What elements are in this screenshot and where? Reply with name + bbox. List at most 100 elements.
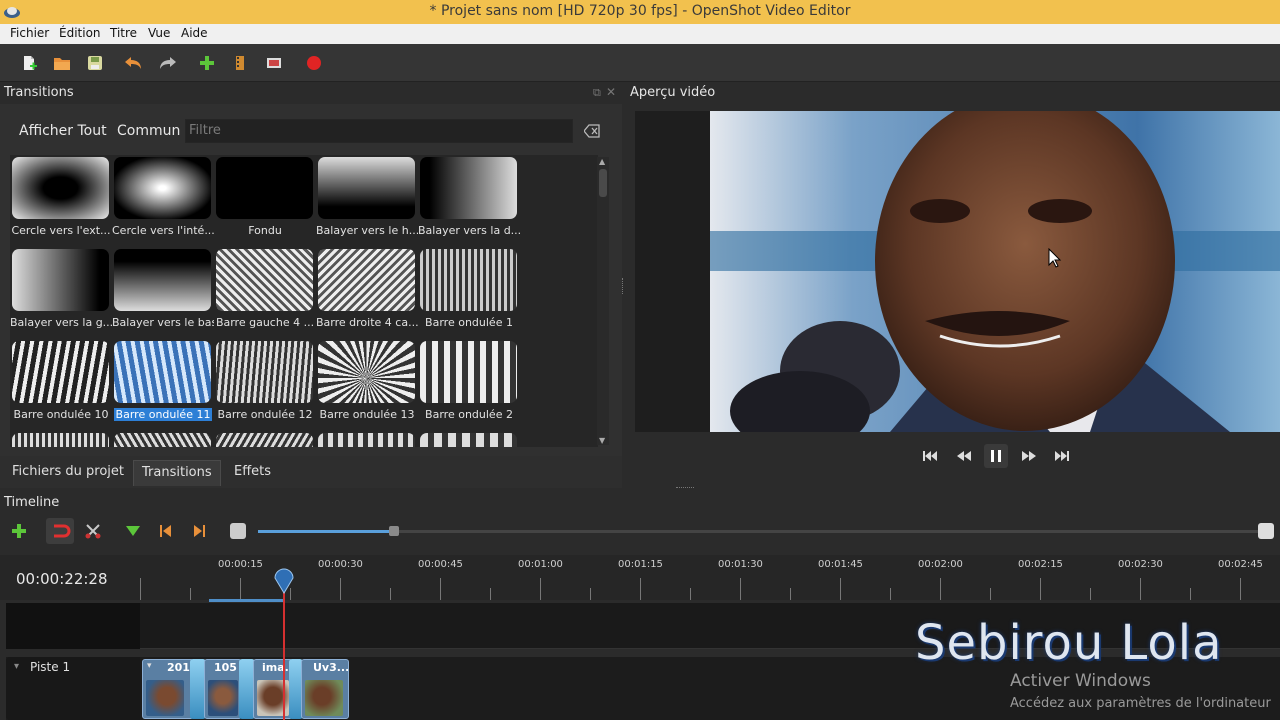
next-marker-icon[interactable] [190, 522, 208, 544]
ruler-tick [840, 578, 841, 600]
transition-label-selected: Barre ondulée 11 [112, 408, 214, 421]
ruler-label: 00:01:00 [518, 559, 563, 570]
zoom-slider-knob[interactable] [389, 526, 399, 536]
zoom-slider-fill [258, 530, 394, 533]
menu-aide[interactable]: Aide [181, 26, 208, 40]
pause-button[interactable] [984, 444, 1008, 468]
import-files-icon[interactable] [196, 52, 218, 74]
menu-titre[interactable]: Titre [110, 26, 137, 40]
filter-show-all-button[interactable]: Afficher Tout [19, 123, 107, 139]
zoom-slider-track[interactable] [258, 530, 1258, 533]
ruler-label: 00:01:15 [618, 559, 663, 570]
transition-thumbnail [420, 341, 517, 403]
undo-icon[interactable] [122, 52, 144, 74]
timeline-clip[interactable]: ▾ 201 [142, 659, 194, 719]
timeline-clip[interactable]: 105 [204, 659, 242, 719]
transition-thumbnail [12, 249, 109, 311]
scroll-up-icon[interactable]: ▲ [599, 157, 605, 166]
transitions-scrollbar[interactable]: ▲ ▼ [597, 157, 609, 445]
open-folder-icon[interactable] [51, 52, 73, 74]
ruler-tick [1040, 578, 1041, 600]
scrollbar-handle[interactable] [599, 169, 607, 197]
filter-common-button[interactable]: Commun [117, 123, 180, 139]
timeline-ruler[interactable]: 00:00:15 00:00:30 00:00:45 00:01:00 00:0… [0, 555, 1280, 600]
splitter-handle[interactable] [622, 278, 625, 294]
playhead-line [283, 590, 285, 720]
magnet-icon [54, 524, 71, 538]
transition-label: Barre ondulée 1 [425, 316, 513, 329]
add-marker-icon[interactable] [124, 522, 142, 544]
timeline-clip[interactable]: Uv3... [301, 659, 349, 719]
zoom-out-icon[interactable] [230, 523, 246, 539]
clear-filter-icon[interactable] [583, 123, 600, 138]
record-icon[interactable] [303, 52, 325, 74]
ruler-label: 00:00:45 [418, 559, 463, 570]
dock-float-icon[interactable]: ⧉ [593, 86, 601, 100]
ruler-tick [190, 588, 191, 600]
zoom-in-icon[interactable] [1258, 523, 1274, 539]
tab-transitions[interactable]: Transitions [133, 460, 221, 486]
clip-menu-icon[interactable]: ▾ [147, 661, 152, 671]
ruler-tick [1240, 578, 1241, 600]
tab-effects[interactable]: Effets [226, 460, 279, 486]
main-toolbar [0, 44, 1280, 82]
rewind-icon[interactable] [955, 446, 973, 470]
menu-bar: Fichier Édition Titre Vue Aide [0, 24, 1280, 44]
fast-forward-icon[interactable] [1020, 446, 1038, 470]
track-header: ▾ Piste 1 [6, 657, 140, 720]
choose-profile-icon[interactable] [229, 52, 251, 74]
transitions-grid: Cercle vers l'ext... Cercle vers l'inté.… [10, 155, 598, 447]
pause-icon [991, 450, 1001, 462]
title-bar: * Projet sans nom [HD 720p 30 fps] - Ope… [0, 0, 1280, 24]
add-track-icon[interactable] [10, 522, 28, 544]
menu-fichier[interactable]: Fichier [10, 26, 49, 40]
tab-project-files[interactable]: Fichiers du projet [4, 460, 132, 486]
transition-label: Balayer vers la d... [418, 224, 520, 237]
transition-filter-input[interactable]: Filtre [185, 119, 573, 143]
collapse-icon[interactable]: ▾ [14, 661, 19, 672]
transition-thumbnail [114, 157, 211, 219]
clip-label: 105 [214, 661, 237, 674]
menu-edition[interactable]: Édition [59, 26, 101, 40]
playhead-handle[interactable] [273, 568, 295, 598]
transition-label: Balayer vers le h... [316, 224, 418, 237]
new-file-icon[interactable] [18, 52, 40, 74]
ruler-tick [1190, 588, 1191, 600]
timeline-clip[interactable]: ima... [253, 659, 293, 719]
snapping-toggle[interactable] [46, 518, 74, 544]
dock-close-icon[interactable]: ✕ [606, 85, 616, 99]
transition-thumbnail [216, 341, 313, 403]
save-icon[interactable] [84, 52, 106, 74]
scroll-down-icon[interactable]: ▼ [599, 436, 605, 445]
transition-thumbnail [12, 341, 109, 403]
transition-thumbnail-partial [114, 433, 211, 447]
clip-label: Uv3... [313, 661, 349, 674]
ruler-label: 00:00:15 [218, 559, 263, 570]
ruler-tick [390, 588, 391, 600]
transition-thumbnail [318, 249, 415, 311]
transition-thumbnail [318, 157, 415, 219]
jump-start-icon[interactable] [921, 446, 939, 470]
jump-end-icon[interactable] [1053, 446, 1071, 470]
timeline-dock-title: Timeline [4, 495, 60, 510]
transition-label: Barre ondulée 13 [319, 408, 415, 421]
fullscreen-icon[interactable] [263, 52, 285, 74]
transition-thumbnail [420, 157, 517, 219]
openshot-window: * Projet sans nom [HD 720p 30 fps] - Ope… [0, 0, 1280, 720]
selected-label-text: Barre ondulée 11 [113, 408, 213, 421]
splitter-handle[interactable] [676, 487, 694, 490]
ruler-tick [140, 578, 141, 600]
ruler-tick [1140, 578, 1141, 600]
transition-label: Balayer vers la g... [10, 316, 112, 329]
menu-vue[interactable]: Vue [148, 26, 170, 40]
transition-thumbnail [12, 157, 109, 219]
redo-icon[interactable] [157, 52, 179, 74]
previous-marker-icon[interactable] [157, 522, 175, 544]
razor-icon[interactable] [84, 522, 102, 544]
ruler-label: 00:02:00 [918, 559, 963, 570]
preview-dock-title: Aperçu vidéo [630, 85, 716, 100]
ruler-tick [940, 578, 941, 600]
ruler-tick [890, 588, 891, 600]
ruler-tick [740, 578, 741, 600]
window-title: * Projet sans nom [HD 720p 30 fps] - Ope… [429, 3, 851, 19]
